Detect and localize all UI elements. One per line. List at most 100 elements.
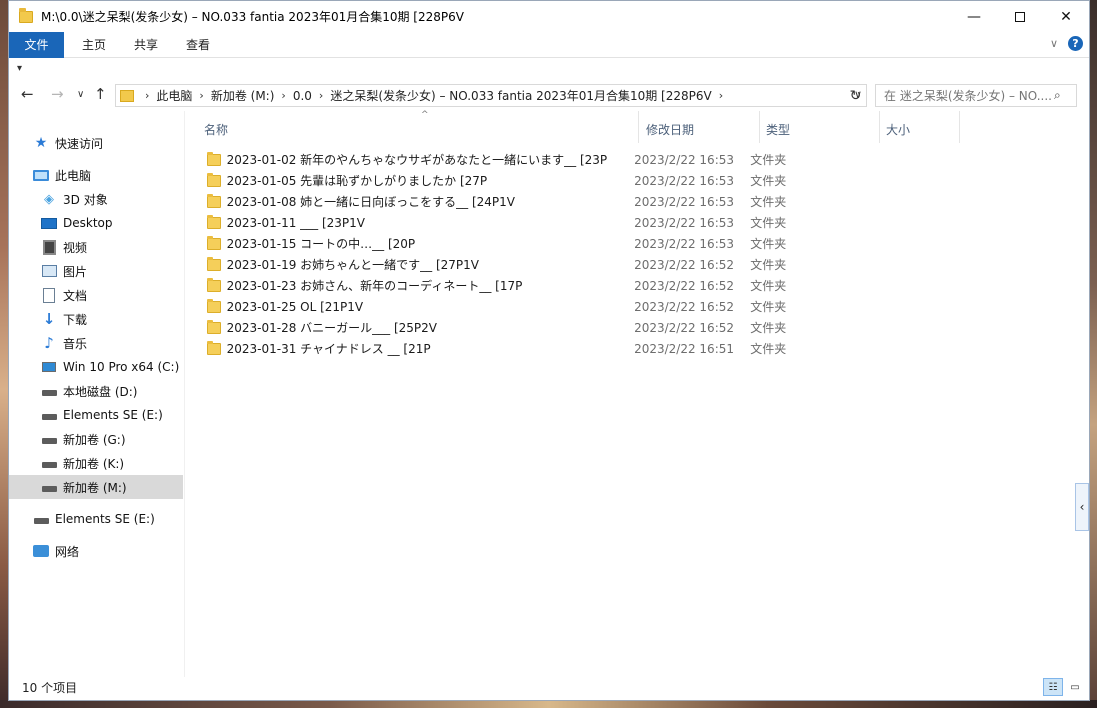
sidebar-item-documents[interactable]: 文档 xyxy=(41,283,87,307)
address-bar[interactable]: › 此电脑 › 新加卷 (M:) › 0.0 › 迷之呆梨(发条少女) – NO… xyxy=(115,84,867,107)
star-icon: ★ xyxy=(34,135,48,151)
folder-icon xyxy=(207,340,221,355)
sidebar-item-label: 网络 xyxy=(55,544,80,559)
large-icons-view-icon[interactable]: ▭ xyxy=(1065,678,1085,696)
preview-pane-toggle[interactable]: ‹ xyxy=(1075,483,1089,531)
customize-quick-access-button[interactable]: ▾ xyxy=(17,63,22,74)
file-name: 2023-01-11 ___ [23P1V xyxy=(226,215,366,230)
sidebar-item-elements-se[interactable]: Elements SE (E:) xyxy=(33,507,155,531)
table-row[interactable]: 2023-01-28 バニーガール___ [25P2V 2023/2/22 16… xyxy=(207,317,847,338)
folder-icon xyxy=(120,89,134,102)
maximize-button[interactable] xyxy=(997,1,1043,32)
sidebar-item-quick-access[interactable]: ★ 快速访问 xyxy=(33,131,103,155)
search-input[interactable] xyxy=(876,88,1054,103)
up-button[interactable]: ↑ xyxy=(94,85,107,103)
column-divider[interactable] xyxy=(638,111,639,143)
tab-file[interactable]: 文件 xyxy=(9,31,64,58)
file-modified: 2023/2/22 16:53 xyxy=(634,173,735,188)
folder-icon xyxy=(207,193,221,208)
drive-icon xyxy=(41,383,57,399)
tab-share[interactable]: 共享 xyxy=(120,32,172,58)
breadcrumb-folder-0-0[interactable]: 0.0 xyxy=(293,89,312,103)
view-switcher: ☷ ▭ xyxy=(1043,678,1085,696)
expand-ribbon-button[interactable]: ∨ xyxy=(1050,37,1058,50)
windows-drive-icon xyxy=(41,359,57,375)
title-bar: M:\0.0\迷之呆梨(发条少女) – NO.033 fantia 2023年0… xyxy=(9,1,1089,32)
drive-icon xyxy=(33,511,49,527)
sidebar-item-label: 新加卷 (M:) xyxy=(63,480,127,495)
file-name: 2023-01-15 コートの中…__ [20P xyxy=(226,237,416,251)
sidebar-item-label: 音乐 xyxy=(63,336,88,351)
table-row[interactable]: 2023-01-15 コートの中…__ [20P 2023/2/22 16:53… xyxy=(207,233,847,254)
sidebar-item-label: 新加卷 (G:) xyxy=(63,432,126,447)
breadcrumb-drive-m[interactable]: 新加卷 (M:) xyxy=(211,87,275,104)
folder-icon xyxy=(207,151,221,166)
column-divider[interactable] xyxy=(759,111,760,143)
tab-home[interactable]: 主页 xyxy=(68,32,120,58)
table-row[interactable]: 2023-01-08 姉と一緒に日向ぼっこをする__ [24P1V 2023/2… xyxy=(207,191,847,212)
sidebar-item-drive-e[interactable]: Elements SE (E:) xyxy=(41,403,163,427)
column-divider[interactable] xyxy=(959,111,960,143)
table-row[interactable]: 2023-01-02 新年のやんちゃなウサギがあなたと一緒にいます__ [23P… xyxy=(207,149,847,170)
search-box: ⌕ xyxy=(875,84,1077,107)
sidebar-item-pictures[interactable]: 图片 xyxy=(41,259,87,283)
table-row[interactable]: 2023-01-23 お姉さん、新年のコーディネート__ [17P 2023/2… xyxy=(207,275,847,296)
sidebar-item-music[interactable]: ♪ 音乐 xyxy=(41,331,87,355)
computer-icon xyxy=(33,167,49,183)
breadcrumb-this-pc[interactable]: 此电脑 xyxy=(156,87,192,104)
chevron-right-icon[interactable]: › xyxy=(319,89,323,102)
file-modified: 2023/2/22 16:51 xyxy=(634,341,735,356)
search-icon[interactable]: ⌕ xyxy=(1054,88,1061,103)
table-row[interactable]: 2023-01-11 ___ [23P1V 2023/2/22 16:53 文件… xyxy=(207,212,847,233)
recent-locations-button[interactable]: ∨ xyxy=(77,89,84,100)
file-name: 2023-01-19 お姉ちゃんと一緒です__ [27P1V xyxy=(226,258,480,272)
chevron-right-icon[interactable]: › xyxy=(199,89,203,102)
column-header-modified[interactable]: 修改日期 xyxy=(646,111,694,147)
sidebar-item-label: Elements SE (E:) xyxy=(63,408,163,422)
close-button[interactable]: ✕ xyxy=(1043,1,1089,32)
sidebar-item-drive-c[interactable]: Win 10 Pro x64 (C:) xyxy=(41,355,179,379)
sidebar-item-network[interactable]: 网络 xyxy=(33,539,79,563)
sidebar-item-desktop[interactable]: Desktop xyxy=(41,211,113,235)
file-modified: 2023/2/22 16:52 xyxy=(634,278,735,293)
back-button[interactable]: ← xyxy=(21,85,34,103)
column-header-name[interactable]: 名称 xyxy=(204,111,228,147)
sidebar-item-label: 视频 xyxy=(63,240,88,255)
file-type: 文件夹 xyxy=(750,342,787,356)
sidebar-item-downloads[interactable]: ↓ 下载 xyxy=(41,307,87,331)
chevron-right-icon[interactable]: › xyxy=(281,89,285,102)
sidebar-item-drive-g[interactable]: 新加卷 (G:) xyxy=(41,427,126,451)
desktop-wallpaper-bottom xyxy=(0,700,1097,708)
table-row[interactable]: 2023-01-05 先輩は恥ずかしがりましたか [27P 2023/2/22 … xyxy=(207,170,847,191)
sort-ascending-icon: ^ xyxy=(421,110,429,120)
column-divider[interactable] xyxy=(879,111,880,143)
sidebar-item-videos[interactable]: 视频 xyxy=(41,235,87,259)
table-row[interactable]: 2023-01-31 チャイナドレス __ [21P 2023/2/22 16:… xyxy=(207,338,847,359)
chevron-right-icon[interactable]: › xyxy=(719,89,723,102)
file-type: 文件夹 xyxy=(750,321,787,335)
tab-view[interactable]: 查看 xyxy=(172,32,224,58)
column-header-size[interactable]: 大小 xyxy=(886,111,910,147)
column-header-type[interactable]: 类型 xyxy=(766,111,790,147)
table-row[interactable]: 2023-01-25 OL [21P1V 2023/2/22 16:52 文件夹 xyxy=(207,296,847,317)
forward-button[interactable]: → xyxy=(51,85,64,103)
file-name: 2023-01-25 OL [21P1V xyxy=(226,299,364,314)
sidebar-item-drive-d[interactable]: 本地磁盘 (D:) xyxy=(41,379,137,403)
file-list: ^ 名称 修改日期 类型 大小 2023-01-02 新年のやんちゃなウサギがあ… xyxy=(195,110,1089,677)
sidebar-item-drive-k[interactable]: 新加卷 (K:) xyxy=(41,451,124,475)
ribbon-tabs: 文件 主页 共享 查看 ∨ ? xyxy=(9,31,1089,58)
sidebar-item-this-pc[interactable]: 此电脑 xyxy=(33,163,91,187)
sidebar-item-drive-m[interactable]: 新加卷 (M:) xyxy=(9,475,183,499)
table-row[interactable]: 2023-01-19 お姉ちゃんと一緒です__ [27P1V 2023/2/22… xyxy=(207,254,847,275)
file-type: 文件夹 xyxy=(750,300,787,314)
sidebar-item-label: 此电脑 xyxy=(55,168,92,183)
breadcrumb-current-folder[interactable]: 迷之呆梨(发条少女) – NO.033 fantia 2023年01月合集10期… xyxy=(330,87,711,104)
sidebar-item-label: 文档 xyxy=(63,288,88,303)
details-view-icon[interactable]: ☷ xyxy=(1043,678,1063,696)
sidebar-item-3d-objects[interactable]: ◈ 3D 对象 xyxy=(41,187,108,211)
refresh-button[interactable]: ↻ xyxy=(845,84,867,107)
desktop-icon xyxy=(41,215,57,231)
minimize-button[interactable]: — xyxy=(951,1,997,32)
help-icon[interactable]: ? xyxy=(1068,36,1083,51)
drive-icon xyxy=(41,407,57,423)
